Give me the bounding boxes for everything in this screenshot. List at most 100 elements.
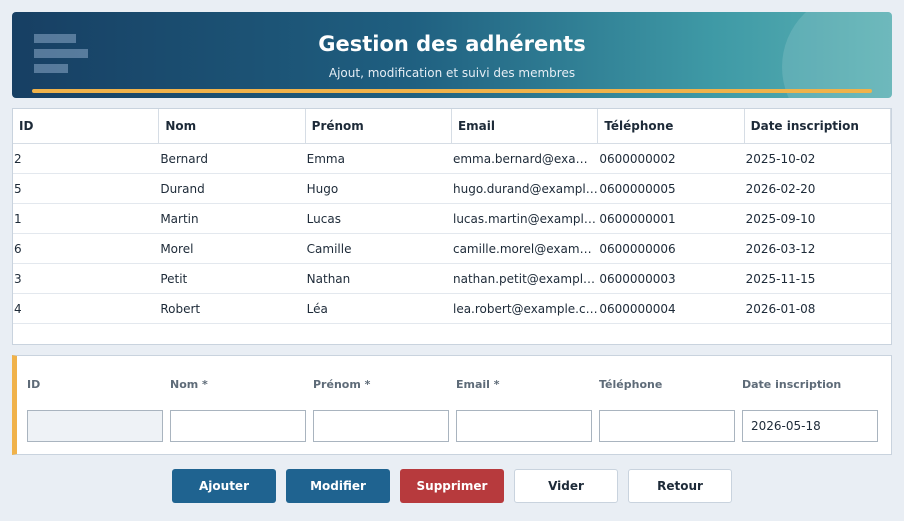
page-subtitle: Ajout, modification et suivi des membres [328,66,576,80]
table-cell: Petit [159,264,305,293]
column-header-nom[interactable]: Nom [159,109,306,143]
table-cell: Nathan [306,264,452,293]
cell-text: 0600000003 [599,271,676,286]
table-row[interactable]: 2 Bernard Emma emma.bernard@example.com0600… [13,144,891,174]
table-cell: camille.morel@example.com [452,234,598,263]
email-label: Email * [456,378,500,391]
table-cell: 2026-03-12 [745,234,891,263]
table-cell: 2025-10-02 [745,144,891,173]
cell-text: Emma [306,151,345,166]
table-body: 2BernardEmmaemma.bernard@example.com0600… [13,144,891,324]
telephone-input[interactable] [599,410,735,442]
table-cell: Robert [159,294,305,323]
table-cell: 0600000004 [598,294,744,323]
table-cell: 0600000003 [598,264,744,293]
cell-text: hugo.durand@example.com [452,181,598,196]
cell-text: Robert [160,301,201,316]
nom-label: Nom * [170,378,208,391]
cell-text: 4 [14,301,22,316]
table-row[interactable]: 5 Durand Hugo hugo.durand@example.com060000… [13,174,891,204]
column-header-date[interactable]: Date inscription [745,109,891,143]
cell-text: 2026-01-08 [745,301,816,316]
cell-text: lea.robert@example.com [452,301,599,316]
table-cell: 2026-01-08 [745,294,891,323]
cell-text: 2026-02-20 [745,181,816,196]
table-cell: Durand [159,174,305,203]
cell-text: Morel [160,241,194,256]
table-cell: 0600000006 [598,234,744,263]
date-input[interactable]: 2026-05-18 [742,410,878,442]
field-prenom: Prénom * [313,378,449,442]
cell-text: 1 [14,211,22,226]
cell-text: 0600000005 [599,181,676,196]
table-cell: 2026-02-20 [745,174,891,203]
table-cell: Camille [306,234,452,263]
table-cell: 2025-09-10 [745,204,891,233]
table-cell: Hugo [306,174,452,203]
table-row[interactable]: 1 Martin Lucas lucas.martin@example.com0600… [13,204,891,234]
edit-button[interactable]: Modifier [286,469,390,503]
cell-text: 5 [14,181,22,196]
field-nom: Nom * [170,378,306,442]
table-cell: Lucas [306,204,452,233]
table-cell: 2 [13,144,159,173]
cell-text: 0600000004 [599,301,676,316]
table-cell: emma.bernard@example.com [452,144,598,173]
table-cell: 2025-11-15 [745,264,891,293]
page-title: Gestion des adhérents [318,32,586,56]
email-input[interactable] [456,410,592,442]
add-button[interactable]: Ajouter [172,469,276,503]
id-label: ID [27,378,41,391]
cell-text: 2025-10-02 [745,151,816,166]
cell-text: 2026-03-12 [745,241,816,256]
table-row[interactable]: 6 Morel Camille camille.morel@example.com06… [13,234,891,264]
table-cell: hugo.durand@example.com [452,174,598,203]
cell-text: Camille [306,241,352,256]
member-form: ID Nom * Prénom * Email * Téléphone Date… [12,355,892,455]
table-cell: 0600000001 [598,204,744,233]
table-row[interactable]: 4 Robert Léa lea.robert@example.com 06000000… [13,294,891,324]
column-header-prenom[interactable]: Prénom [306,109,452,143]
field-date: Date inscription 2026-05-18 [742,378,878,442]
nom-input[interactable] [170,410,306,442]
table-cell: lucas.martin@example.com [452,204,598,233]
column-header-email[interactable]: Email [452,109,599,143]
table-cell: 0600000005 [598,174,744,203]
column-header-telephone[interactable]: Téléphone [598,109,745,143]
cell-text: Durand [160,181,205,196]
back-button[interactable]: Retour [628,469,732,503]
table-cell: Emma [306,144,452,173]
id-field [27,410,163,442]
cell-text: emma.bernard@example.com [452,151,599,166]
cell-text: 6 [14,241,22,256]
cell-text: Lucas [306,211,341,226]
clear-button[interactable]: Vider [514,469,618,503]
prenom-label: Prénom * [313,378,371,391]
table-cell: Bernard [159,144,305,173]
cell-text: lucas.martin@example.com [452,211,598,226]
table-cell: 0600000002 [598,144,744,173]
table-cell: 3 [13,264,159,293]
members-table: ID Nom Prénom Email Téléphone Date inscr… [12,108,892,345]
column-header-id[interactable]: ID [13,109,160,143]
cell-text: Martin [160,211,199,226]
delete-button[interactable]: Supprimer [400,469,504,503]
cell-text: 2025-09-10 [745,211,816,226]
telephone-label: Téléphone [599,378,663,391]
table-cell: 6 [13,234,159,263]
cell-text: Petit [160,271,188,286]
table-cell: 1 [13,204,159,233]
cell-text: 2 [14,151,22,166]
cell-text: 0600000006 [599,241,676,256]
cell-text: camille.morel@example.com [452,241,598,256]
table-row[interactable]: 3 Petit Nathan nathan.petit@example.com0600… [13,264,891,294]
table-cell: nathan.petit@example.com [452,264,598,293]
prenom-input[interactable] [313,410,449,442]
table-cell: Martin [159,204,305,233]
cell-text: 2025-11-15 [745,271,816,286]
header-accent-bar [32,89,872,93]
field-telephone: Téléphone [599,378,735,442]
cell-text: Nathan [306,271,351,286]
field-id: ID [27,378,163,442]
cell-text: Hugo [306,181,339,196]
